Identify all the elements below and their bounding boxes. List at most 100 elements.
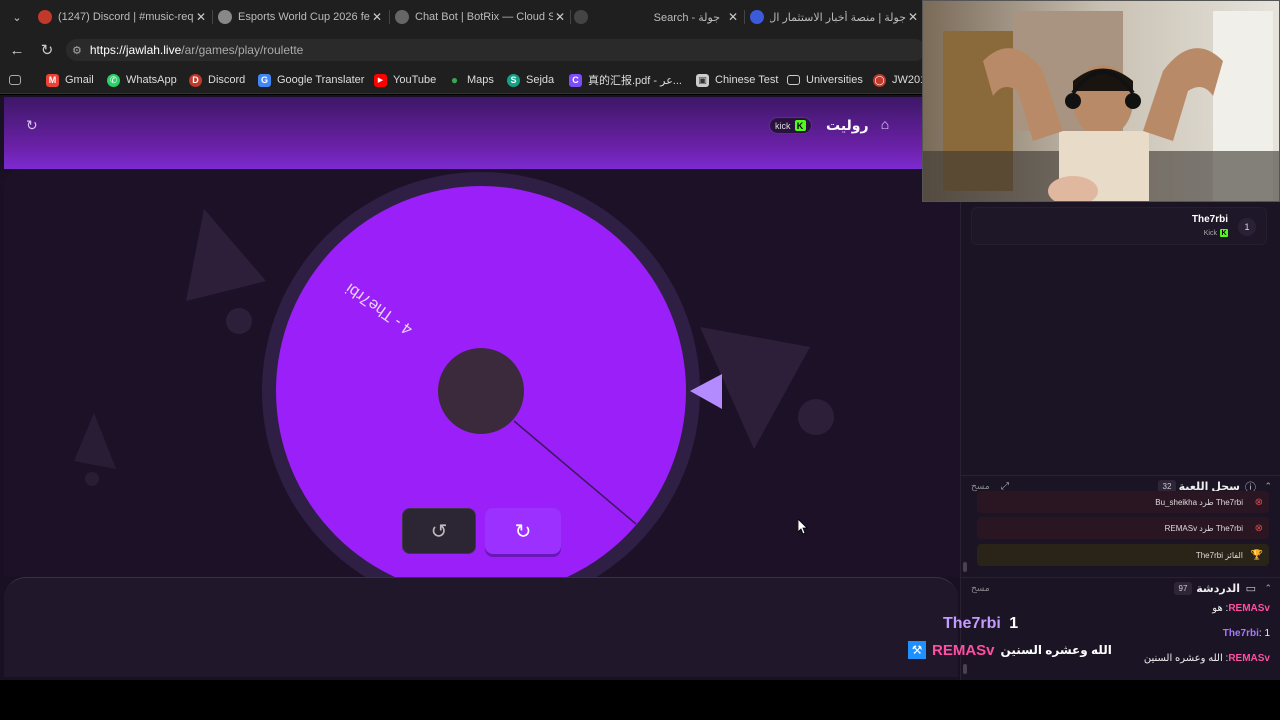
reset-button[interactable]: ↺: [402, 508, 476, 554]
close-icon[interactable]: ✕: [194, 10, 208, 24]
game-log-entry: Bu_sheikha طرد The7rbi ⊗: [977, 491, 1269, 513]
url-host: https://jawlah.live: [89, 43, 182, 57]
scrollbar[interactable]: [963, 664, 967, 674]
refresh-icon[interactable]: ↻: [26, 117, 42, 133]
bookmarks-apps-icon[interactable]: [9, 72, 27, 88]
bookmark-universities[interactable]: Universities: [787, 72, 863, 88]
chat-title: الدردشة: [1196, 583, 1240, 595]
badge-icon: ⚒: [908, 641, 926, 659]
discord-icon: D: [189, 73, 202, 87]
reload-icon[interactable]: ↻: [37, 40, 57, 60]
game-log-entry: The7rbi الفائز 🏆: [977, 544, 1269, 566]
kick-out-icon: ⊗: [1254, 522, 1263, 534]
youtube-icon: ▶: [374, 73, 387, 87]
chat-message: REMASv: هو: [1212, 603, 1270, 614]
bookmark-google-translater[interactable]: G Google Translater: [258, 72, 364, 88]
platform-label: kick: [775, 120, 791, 131]
kick-icon: K: [1220, 229, 1228, 237]
wheel-stage: 4 - The7rbi: [4, 169, 960, 577]
gmail-icon: M: [46, 73, 59, 87]
tab-discord[interactable]: (1247) Discord | #music-req ✕: [38, 4, 208, 30]
maps-icon: ●: [450, 73, 459, 87]
webcam-feed: [922, 0, 1280, 202]
bookmark-discord[interactable]: D Discord: [189, 72, 245, 88]
bookmark-maps[interactable]: ● Maps: [448, 72, 494, 88]
tab-title: جولة | منصة أخبار الاستثمار ال: [770, 11, 906, 24]
chat-message: REMASv: الله وعشره السنين: [1143, 653, 1270, 664]
overlay-chat-line: The7rbi 1: [943, 615, 1019, 632]
url-field[interactable]: ⚙ https://jawlah.live/ar/games/play/roul…: [66, 39, 926, 61]
page-icon: ▣: [696, 73, 709, 87]
site-info-icon[interactable]: ⚙: [72, 44, 82, 57]
bookmark-pdf[interactable]: C 真的汇报.pdf - عر...: [569, 72, 682, 88]
close-icon[interactable]: ✕: [370, 10, 384, 24]
esports-icon: [218, 10, 232, 24]
overlay-chat-line: ⚒ REMASv الله وعشره السنين: [908, 641, 1112, 659]
translate-icon: G: [258, 73, 271, 87]
kick-out-icon: ⊗: [1254, 496, 1263, 508]
taskbar: [0, 680, 1280, 720]
game-log-entry: REMASv طرد The7rbi ⊗: [977, 517, 1269, 539]
tab-title: Search - جولة: [653, 11, 720, 24]
url-path: /ar/games/play/roulette: [181, 43, 304, 57]
player-platform: Kick K: [1203, 229, 1228, 237]
roulette-wheel: 4 - The7rbi: [74, 172, 834, 577]
loading-icon: [574, 10, 588, 24]
spin-button[interactable]: ↻: [485, 508, 561, 554]
player-rank: 1: [1238, 218, 1256, 236]
pdf-icon: C: [569, 73, 582, 87]
tab-title: Esports World Cup 2026 feat: [238, 11, 370, 23]
chat-header[interactable]: مسح 97 الدردشة ▭ ⌃: [961, 577, 1280, 599]
jawlah-icon: [750, 10, 764, 24]
decor-circle: [85, 472, 99, 486]
bookmark-jw201[interactable]: ◯ JW201: [873, 72, 926, 88]
game-header: ↻ kick K روليت ⌂: [4, 97, 960, 169]
kick-icon: K: [794, 120, 806, 131]
tab-title: Chat Bot | BotRix — Cloud St: [415, 11, 553, 23]
tab-esports[interactable]: Esports World Cup 2026 feat ✕: [218, 4, 384, 30]
bookmark-gmail[interactable]: M Gmail: [46, 72, 94, 88]
wheel-hub: [438, 348, 524, 434]
back-icon[interactable]: ←: [7, 40, 27, 60]
tab-search-menu[interactable]: ⌄: [6, 6, 28, 28]
tab-botrix[interactable]: Chat Bot | BotRix — Cloud St ✕: [395, 4, 567, 30]
platform-badge: kick K: [769, 117, 812, 134]
chat-message: The7rbi: 1: [1222, 628, 1270, 639]
chat-bubble-icon: ▭: [1245, 583, 1256, 595]
tab-search[interactable]: Search - جولة ✕: [600, 4, 740, 30]
undo-icon: ↺: [430, 520, 448, 543]
player-name: The7rbi: [1191, 214, 1228, 225]
bookmark-whatsapp[interactable]: ✆ WhatsApp: [107, 72, 177, 88]
chat-count: 97: [1174, 582, 1192, 595]
trophy-icon: 🏆: [1250, 549, 1263, 561]
botrix-icon: [395, 10, 409, 24]
home-icon[interactable]: ⌂: [876, 116, 894, 134]
tab-pinned[interactable]: [574, 4, 590, 30]
mouse-cursor-icon: [798, 519, 808, 535]
controls-panel: [4, 577, 958, 677]
leaderboard-item[interactable]: 1 The7rbi Kick K: [971, 207, 1267, 245]
scrollbar[interactable]: [963, 562, 967, 572]
discord-icon: [38, 10, 52, 24]
page-title: روليت: [826, 117, 869, 133]
close-icon[interactable]: ✕: [726, 10, 740, 24]
decor-circle: [226, 308, 252, 334]
tab-title: (1247) Discord | #music-req: [58, 11, 194, 23]
bookmark-sejda[interactable]: S Sejda: [507, 72, 554, 88]
bookmark-chinese-test[interactable]: ▣ Chinese Test: [696, 72, 778, 88]
bookmark-youtube[interactable]: ▶ YouTube: [374, 72, 436, 88]
decor-triangle: [186, 209, 266, 301]
decor-triangle: [74, 413, 116, 469]
game-page: ↻ kick K روليت ⌂ 4 - The7rbi: [0, 95, 960, 680]
chevron-up-icon[interactable]: ⌃: [1264, 583, 1272, 594]
jw-icon: ◯: [873, 73, 886, 87]
chat-clear-button[interactable]: مسح: [971, 583, 990, 594]
close-icon[interactable]: ✕: [553, 10, 567, 24]
whatsapp-icon: ✆: [107, 73, 120, 87]
spin-icon: ↻: [514, 520, 532, 543]
close-icon[interactable]: ✕: [906, 10, 920, 24]
folder-icon: [787, 75, 800, 85]
tab-jawlah[interactable]: جولة | منصة أخبار الاستثمار ال ✕: [750, 4, 920, 30]
sejda-icon: S: [507, 73, 520, 87]
decor-circle: [798, 399, 834, 435]
